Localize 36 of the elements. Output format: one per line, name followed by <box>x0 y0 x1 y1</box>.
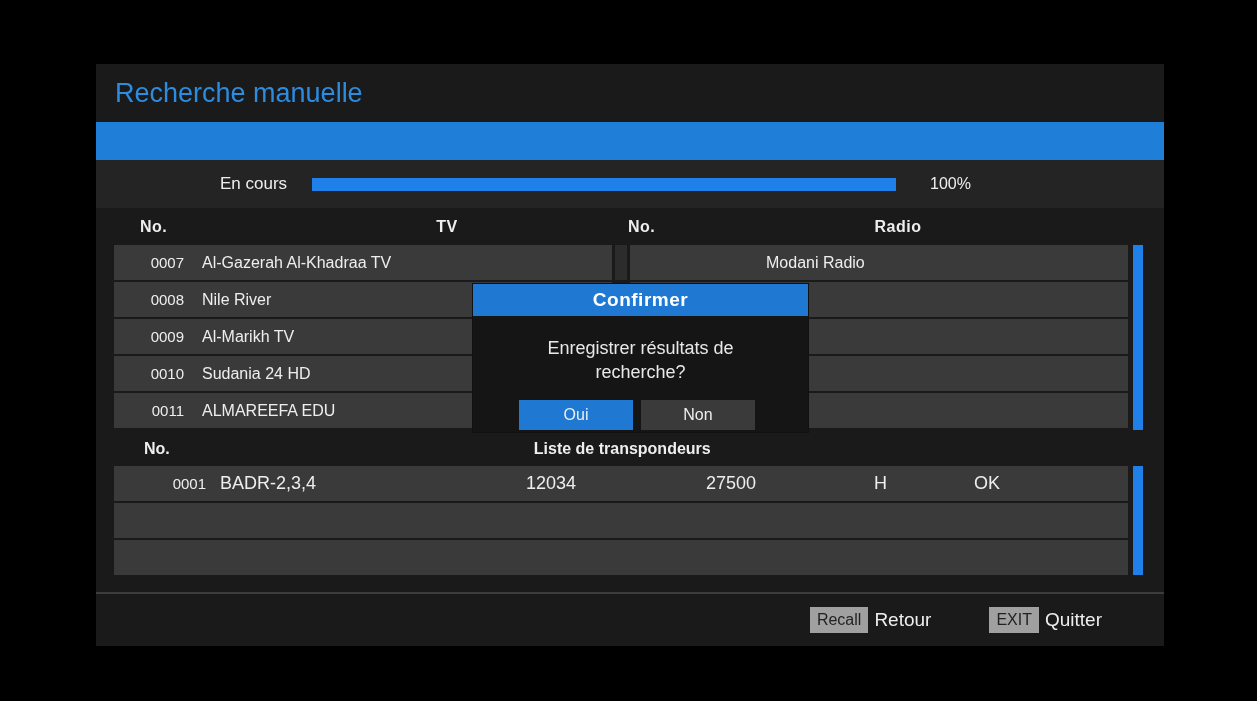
channel-number: 0011 <box>150 402 185 419</box>
key-action: Retour <box>874 609 932 631</box>
channel-name: Al-Marikh TV <box>202 327 295 346</box>
table-cell-text: 12034 <box>526 473 578 494</box>
table-cell-text: H <box>874 473 888 494</box>
column-header: TV <box>435 217 459 236</box>
table-cell-text: OK <box>974 473 1001 494</box>
table-cell-text: 0001 <box>171 475 207 492</box>
key-label: EXIT <box>989 607 1039 633</box>
column-header: Radio <box>873 217 923 236</box>
key-label: Recall <box>809 607 869 633</box>
channel-name: Al-Gazerah Al-Khadraa TV <box>202 253 392 272</box>
dialog-button[interactable]: Non <box>641 400 755 430</box>
channel-name: ALMAREEFA EDU <box>202 401 336 420</box>
progress-label: En cours <box>220 174 289 194</box>
channel-number: 0009 <box>149 328 185 345</box>
dialog-title: Confirmer <box>473 284 808 316</box>
key-action: Quitter <box>1044 609 1102 631</box>
transponder-row[interactable]: 0001 BADR-2,3,4 12034 27500 H OK <box>114 466 1128 501</box>
column-header: No. <box>628 217 657 236</box>
channel-name: Nile River <box>202 290 272 309</box>
column-header: Liste de transpondeurs <box>533 440 711 458</box>
channel-number: 0007 <box>149 254 185 271</box>
dialog-button[interactable]: Oui <box>519 400 633 430</box>
table-cell-text: 27500 <box>706 473 758 494</box>
channel-name: Sudania 24 HD <box>202 364 311 383</box>
screen-title: Recherche manuelle <box>114 76 364 110</box>
channel-row[interactable]: 0007 Al-Gazerah Al-Khadraa TV <box>114 245 612 280</box>
column-header: No. <box>140 217 169 236</box>
column-header: No. <box>144 440 170 458</box>
channel-number: 0010 <box>149 365 185 382</box>
channel-row[interactable]: Modani Radio <box>630 245 1128 280</box>
table-cell-text: BADR-2,3,4 <box>220 473 318 494</box>
channel-number: 0008 <box>149 291 185 308</box>
progress-percent: 100% <box>930 175 971 193</box>
channel-name: Modani Radio <box>766 253 865 272</box>
